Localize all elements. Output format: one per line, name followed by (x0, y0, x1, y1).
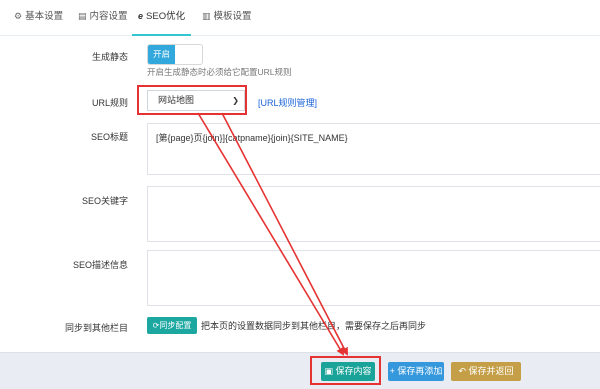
arrow-line (221, 112, 348, 356)
annotation-arrows (197, 112, 348, 356)
arrow-line (197, 112, 345, 356)
